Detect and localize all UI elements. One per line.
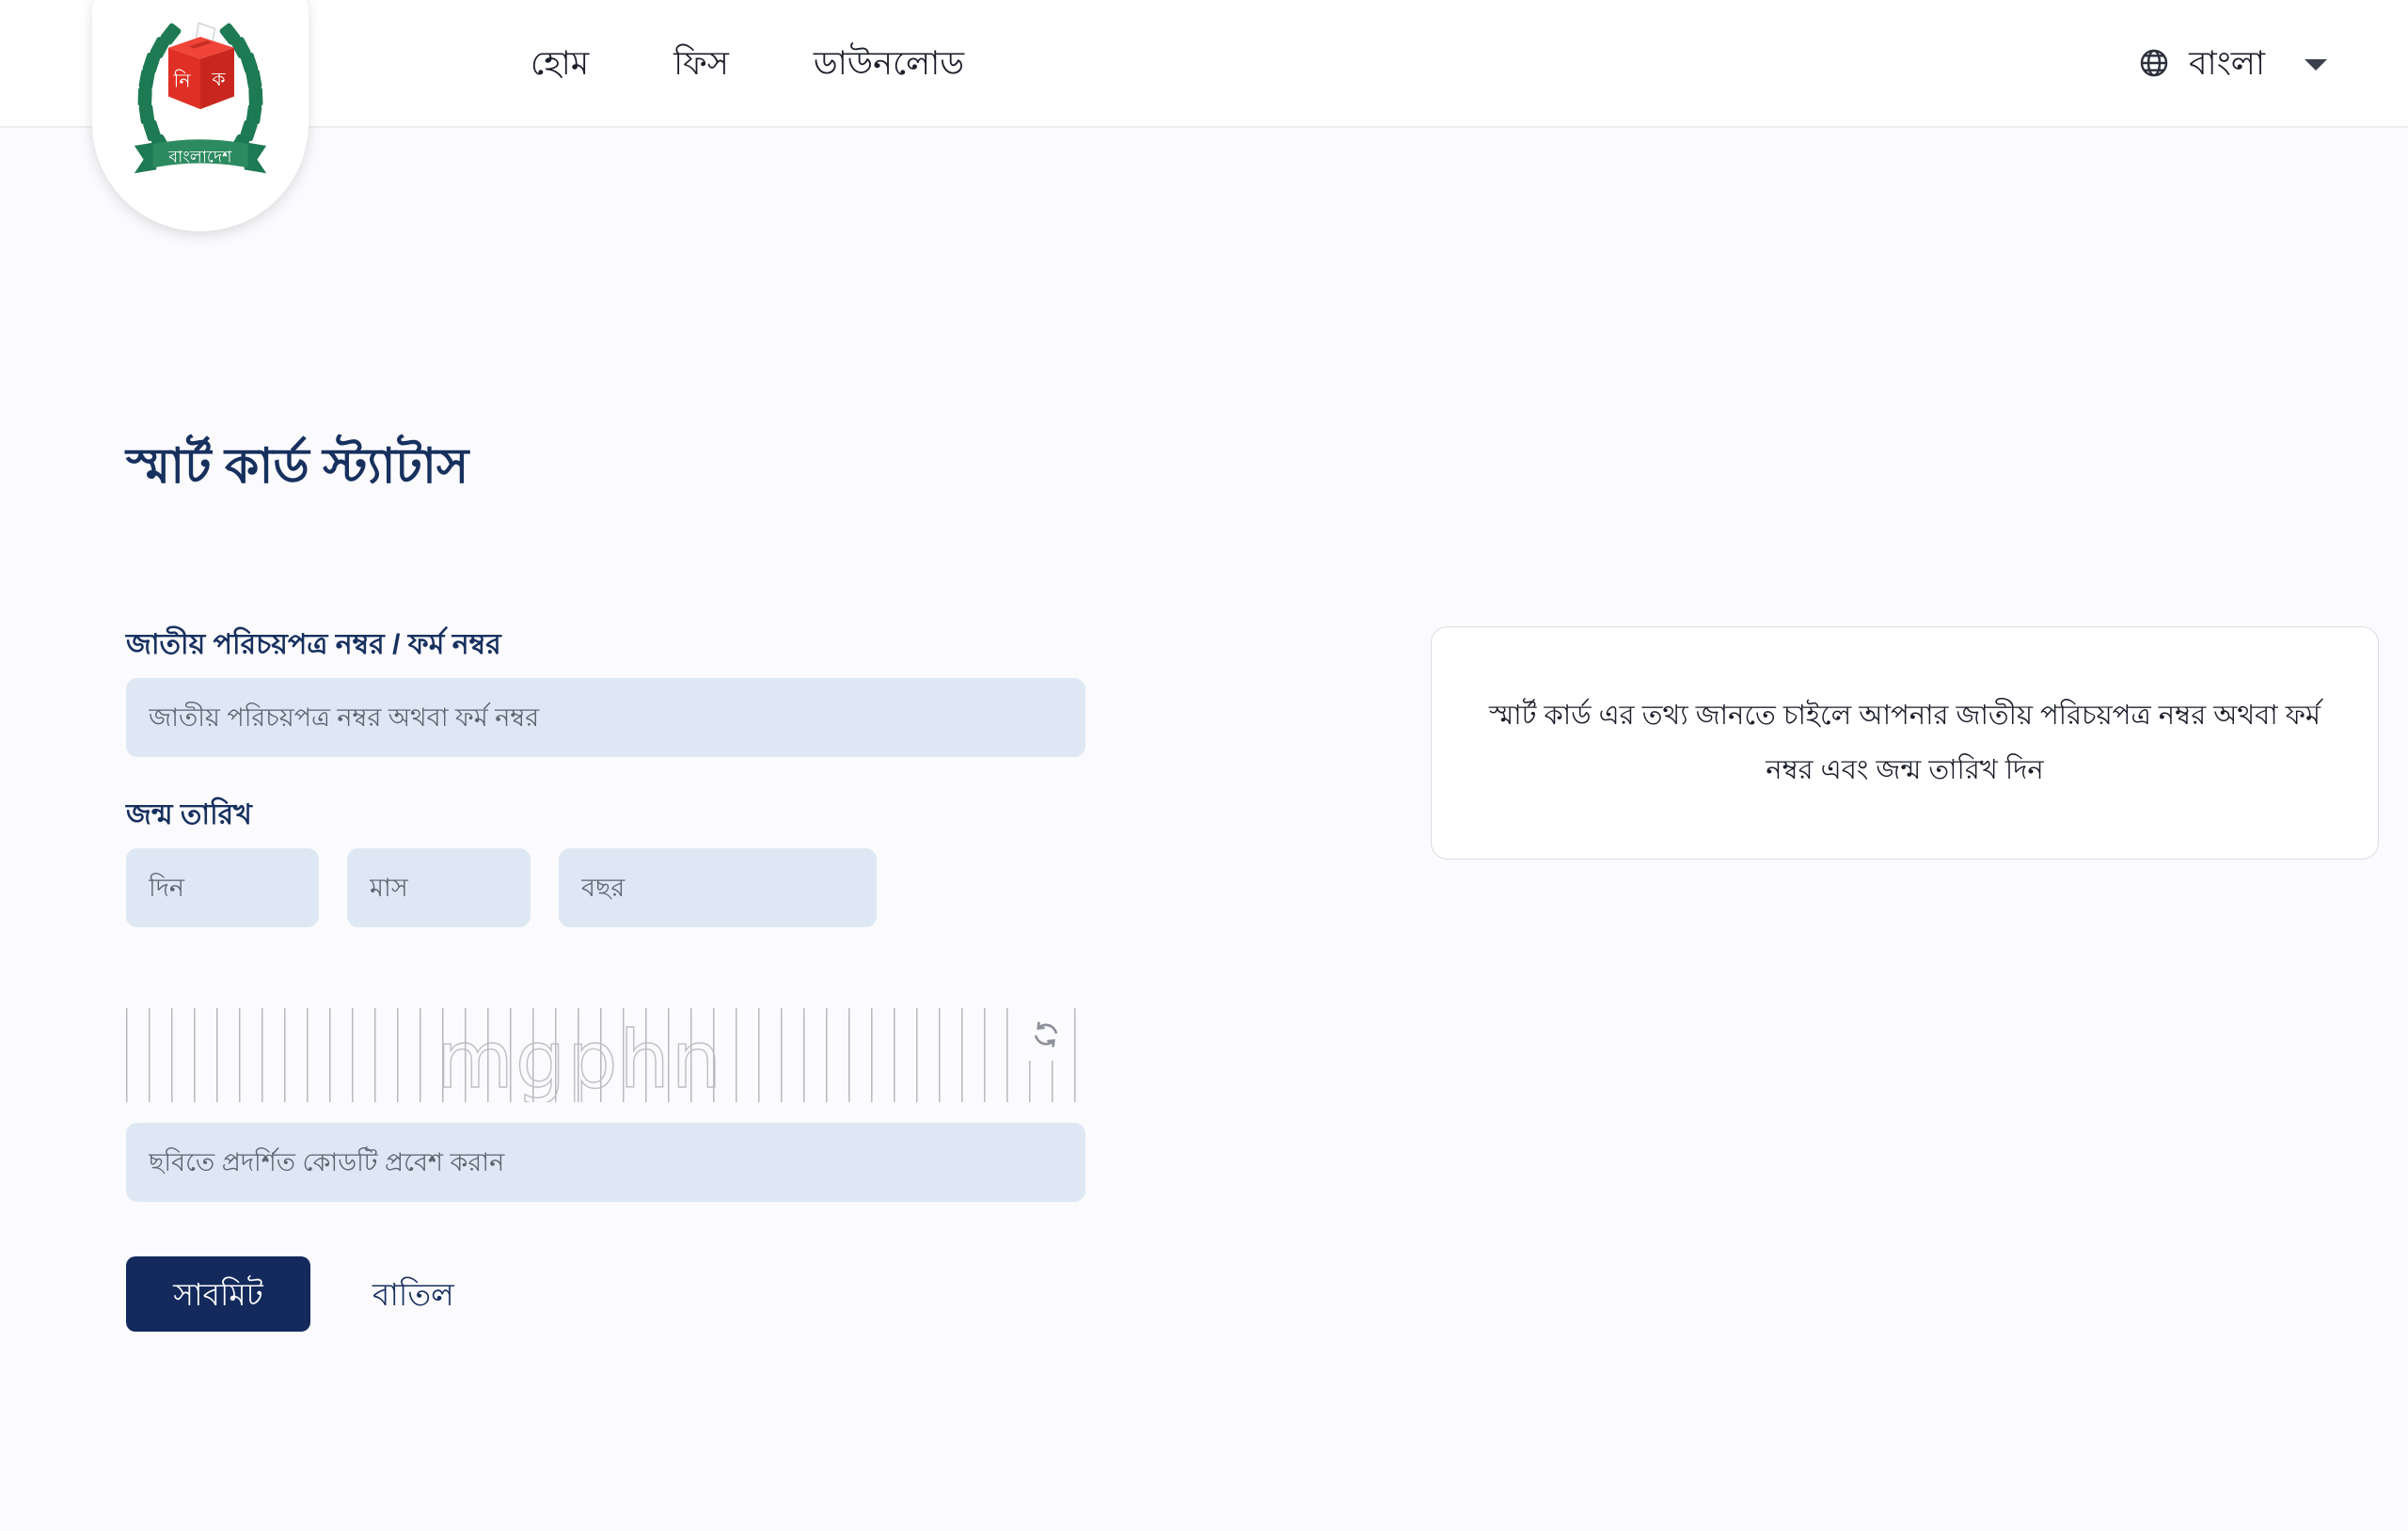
captcha-code-text: mgphn [436, 1013, 723, 1102]
captcha-refresh-button[interactable] [1020, 1008, 1072, 1061]
nav-item-home[interactable]: হোম [527, 41, 593, 86]
svg-text:বাংলাদেশ: বাংলাদেশ [167, 149, 232, 167]
main-navigation: হোম ফিস ডাউনলোড [527, 0, 968, 126]
globe-icon [2138, 47, 2170, 79]
refresh-icon [1035, 1021, 1057, 1048]
info-card-text: স্মার্ট কার্ড এর তথ্য জানতে চাইলে আপনার … [1488, 701, 2321, 785]
site-header: হোম ফিস ডাউনলোড বাংলা [0, 0, 2408, 128]
logo-shield[interactable]: নি ক বাংলাদেশ [92, 0, 309, 231]
cancel-button[interactable]: বাতিল [359, 1256, 467, 1332]
main-content: স্মার্ট কার্ড স্ট্যাটাস জাতীয় পরিচয়পত্… [0, 128, 2408, 1531]
bangladesh-election-commission-emblem: নি ক বাংলাদেশ [134, 22, 267, 174]
captcha-input[interactable] [126, 1123, 1085, 1202]
form-actions: সাবমিট বাতিল [126, 1256, 1085, 1332]
dob-day-input[interactable] [126, 848, 319, 927]
dob-row [126, 848, 1085, 927]
dob-month-input[interactable] [347, 848, 531, 927]
info-card: স্মার্ট কার্ড এর তথ্য জানতে চাইলে আপনার … [1431, 626, 2379, 860]
captcha-image: mgphn [126, 1008, 1085, 1102]
dob-year-input[interactable] [559, 848, 877, 927]
nid-field-label: জাতীয় পরিচয়পত্র নম্বর / ফর্ম নম্বর [126, 629, 501, 660]
dob-label: জন্ম তারিখ [126, 799, 252, 830]
page-title: স্মার্ট কার্ড স্ট্যাটাস [126, 438, 469, 494]
chevron-down-icon [2305, 59, 2327, 71]
nav-item-download[interactable]: ডাউনলোড [810, 41, 968, 86]
smart-card-status-form: জাতীয় পরিচয়পত্র নম্বর / ফর্ম নম্বর জন্… [126, 626, 1085, 1332]
nid-or-form-number-input[interactable] [126, 678, 1085, 757]
svg-text:ক: ক [211, 68, 226, 90]
language-selector[interactable]: বাংলা [2138, 0, 2327, 126]
nav-item-fees[interactable]: ফিস [670, 41, 733, 86]
svg-text:নি: নি [172, 70, 191, 92]
submit-button[interactable]: সাবমিট [126, 1256, 310, 1332]
language-label: বাংলা [2189, 44, 2265, 82]
